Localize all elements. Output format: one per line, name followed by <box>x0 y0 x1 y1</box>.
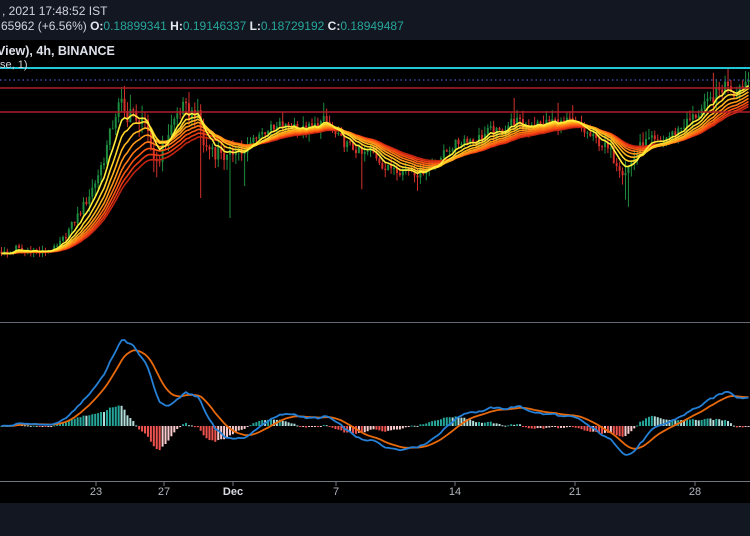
high-label: H: <box>170 19 183 33</box>
timestamp-text: , 2021 17:48:52 IST <box>2 4 107 18</box>
x-axis-label: 27 <box>158 486 170 498</box>
x-axis-label: 7 <box>333 486 339 498</box>
x-axis-label: 23 <box>90 486 102 498</box>
x-axis-label: 21 <box>569 486 581 498</box>
x-axis-label: 14 <box>449 486 461 498</box>
high-value: 0.19146337 <box>183 19 246 33</box>
close-value: 0.18949487 <box>340 19 403 33</box>
low-value: 0.18729192 <box>261 19 324 33</box>
bottom-margin-strip <box>0 503 750 536</box>
time-axis[interactable]: 23 27 Dec 7 14 21 28 <box>0 486 750 500</box>
chart-title-fragment: View), 4h, BINANCE <box>0 44 115 58</box>
x-axis-label: 28 <box>689 486 701 498</box>
open-value: 0.18899341 <box>103 19 166 33</box>
trading-chart-window: , 2021 17:48:52 IST 65962 (+6.56%) O:0.1… <box>0 0 750 536</box>
open-label: O: <box>90 19 103 33</box>
symbol-info-bar: , 2021 17:48:52 IST 65962 (+6.56%) O:0.1… <box>0 0 750 40</box>
chart-canvas[interactable] <box>0 0 750 536</box>
close-label: C: <box>328 19 341 33</box>
chart-background <box>0 40 750 503</box>
indicator-title-fragment[interactable]: se, 1) <box>0 59 28 71</box>
change-fragment: 65962 (+6.56%) <box>1 19 87 33</box>
ohlc-readout: 65962 (+6.56%) O:0.18899341 H:0.19146337… <box>1 19 404 33</box>
x-axis-label: Dec <box>223 486 243 498</box>
low-label: L: <box>250 19 261 33</box>
